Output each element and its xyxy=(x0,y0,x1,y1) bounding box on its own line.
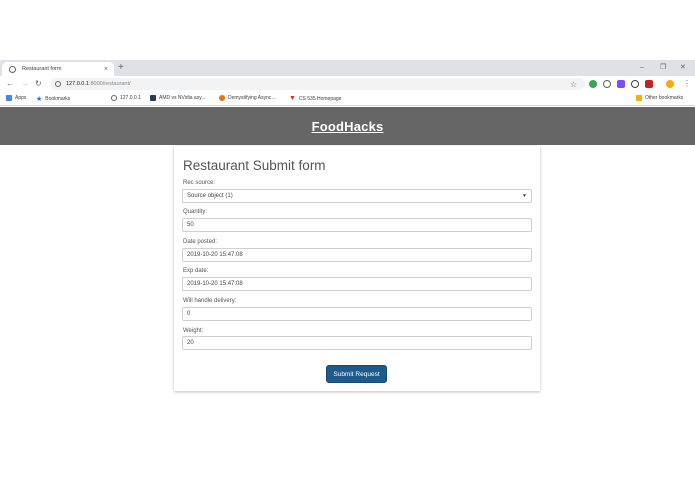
weight-input[interactable]: 20 xyxy=(182,336,532,350)
bookmark-cs535[interactable]: ▼ CS 535 Homepage xyxy=(289,95,341,102)
quantity-label: Quantity: xyxy=(183,209,208,215)
url-text: 127.0.0.1:8000/restaurant/ xyxy=(66,81,131,87)
bookmark-localhost[interactable]: 127.0.0.1 xyxy=(111,95,141,101)
submit-request-button[interactable]: Submit Request xyxy=(326,365,387,383)
extension-drive-icon[interactable] xyxy=(589,80,597,88)
weight-label: Weight: xyxy=(183,328,204,334)
article-icon xyxy=(150,95,156,101)
bookmark-apps[interactable]: Apps xyxy=(6,95,26,101)
globe-icon xyxy=(111,95,117,101)
extension-circle-icon[interactable] xyxy=(631,80,639,88)
bookmarks-bar: Apps ★ Bookmarks 127.0.0.1 AMD vs NVidia… xyxy=(0,92,695,106)
globe-icon xyxy=(9,65,16,73)
exp-date-input[interactable]: 2019-10-20 15:47:08 xyxy=(182,277,532,291)
tab-strip: Restaurant form × + – ❐ ✕ xyxy=(0,60,695,76)
extension-pocket-icon[interactable] xyxy=(603,80,611,88)
dropdown-caret-icon: ▼ xyxy=(522,193,527,199)
bookmark-star-icon[interactable]: ☆ xyxy=(570,80,577,89)
browser-toolbar: ← → ↻ 127.0.0.1:8000/restaurant/ ☆ ⋮ xyxy=(0,76,695,92)
minimize-button[interactable]: – xyxy=(640,62,644,74)
delivery-input[interactable]: 0 xyxy=(182,307,532,321)
bookmark-bookmarks[interactable]: ★ Bookmarks xyxy=(36,95,70,103)
quantity-input[interactable]: 50 xyxy=(182,218,532,232)
back-icon[interactable]: ← xyxy=(6,78,14,90)
v-logo-icon: ▼ xyxy=(289,95,296,102)
extension-shield-icon[interactable] xyxy=(645,80,653,88)
address-bar[interactable]: 127.0.0.1:8000/restaurant/ ☆ xyxy=(50,78,585,90)
exp-date-label: Exp date: xyxy=(183,268,209,274)
bookmark-amd-nvidia[interactable]: AMD vs NVidia asy... xyxy=(150,95,206,101)
new-tab-button[interactable]: + xyxy=(118,62,124,74)
page: Restaurant form × + – ❐ ✕ ← → ↻ 127.0.0.… xyxy=(0,0,695,494)
rec-source-select[interactable]: Source object (1) ▼ xyxy=(182,189,532,203)
profile-avatar[interactable] xyxy=(666,80,674,88)
delivery-label: Will handle delivery: xyxy=(183,298,237,304)
browser-tab[interactable]: Restaurant form × xyxy=(2,62,114,76)
bookmark-demystifying-async[interactable]: Demystifying Async... xyxy=(219,95,276,101)
forward-icon[interactable]: → xyxy=(21,78,29,90)
menu-dots-icon[interactable]: ⋮ xyxy=(683,78,691,90)
brand-link[interactable]: FoodHacks xyxy=(312,119,384,134)
tab-title: Restaurant form xyxy=(22,66,62,72)
extension-purple-icon[interactable] xyxy=(617,80,625,88)
reload-icon[interactable]: ↻ xyxy=(35,78,42,90)
close-window-button[interactable]: ✕ xyxy=(680,62,686,74)
date-posted-label: Date posted: xyxy=(183,239,218,245)
app-header: FoodHacks xyxy=(0,107,695,145)
restore-button[interactable]: ❐ xyxy=(660,62,666,74)
star-icon: ★ xyxy=(36,96,43,103)
date-posted-input[interactable]: 2019-10-20 15:47:08 xyxy=(182,248,532,262)
form-title: Restaurant Submit form xyxy=(183,158,326,173)
site-icon xyxy=(219,95,225,101)
other-bookmarks[interactable]: Other bookmarks xyxy=(636,95,683,101)
tab-close-icon[interactable]: × xyxy=(104,66,108,73)
info-icon[interactable] xyxy=(55,81,61,87)
apps-grid-icon xyxy=(6,95,12,101)
rec-source-label: Rec source: xyxy=(183,180,216,186)
folder-icon xyxy=(636,95,642,101)
form-card: Restaurant Submit form Rec source: Sourc… xyxy=(174,146,540,391)
